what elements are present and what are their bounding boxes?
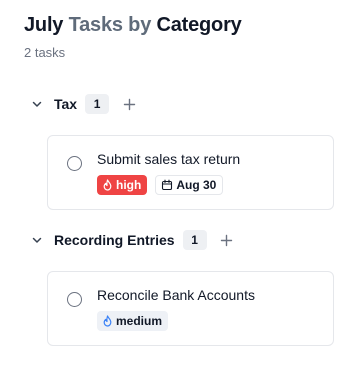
due-date-badge[interactable]: Aug 30 (155, 175, 224, 195)
priority-badge[interactable]: medium (97, 311, 169, 331)
title-month: July (24, 14, 64, 36)
add-task-button[interactable] (219, 232, 235, 248)
title-tasks-by: Tasks by (68, 14, 152, 36)
plus-icon (220, 234, 233, 246)
task-count-subtitle: 2 tasks (24, 45, 66, 60)
priority-label: high (116, 178, 142, 192)
flame-icon (103, 179, 112, 191)
group-count-badge: 1 (85, 94, 110, 114)
calendar-icon (162, 179, 173, 191)
plus-icon (123, 98, 135, 110)
group-header-tax: Tax 1 (30, 92, 137, 116)
group-count-badge: 1 (182, 230, 207, 250)
add-task-button[interactable] (121, 96, 137, 112)
task-card[interactable]: Submit sales tax return high Aug 30 (47, 135, 334, 210)
task-meta: medium (97, 311, 169, 331)
priority-label: medium (116, 314, 163, 328)
flame-icon (103, 315, 112, 327)
tasks-by-category-view: July Tasks by Category 2 tasks Tax 1 Sub… (0, 0, 358, 365)
priority-badge[interactable]: high (97, 175, 148, 195)
task-card[interactable]: Reconcile Bank Accounts medium (47, 271, 334, 346)
chevron-down-icon[interactable] (30, 97, 44, 111)
task-title[interactable]: Reconcile Bank Accounts (97, 287, 255, 303)
task-checkbox[interactable] (67, 292, 82, 307)
page-title: July Tasks by Category (24, 14, 242, 37)
task-checkbox[interactable] (67, 156, 82, 171)
group-header-recording-entries: Recording Entries 1 (30, 228, 235, 252)
task-title[interactable]: Submit sales tax return (97, 151, 240, 167)
chevron-down-icon[interactable] (30, 233, 44, 247)
title-category: Category (156, 14, 242, 36)
group-name: Tax (54, 96, 78, 112)
group-name: Recording Entries (54, 232, 175, 248)
due-date-label: Aug 30 (176, 178, 217, 192)
task-meta: high Aug 30 (97, 175, 224, 195)
